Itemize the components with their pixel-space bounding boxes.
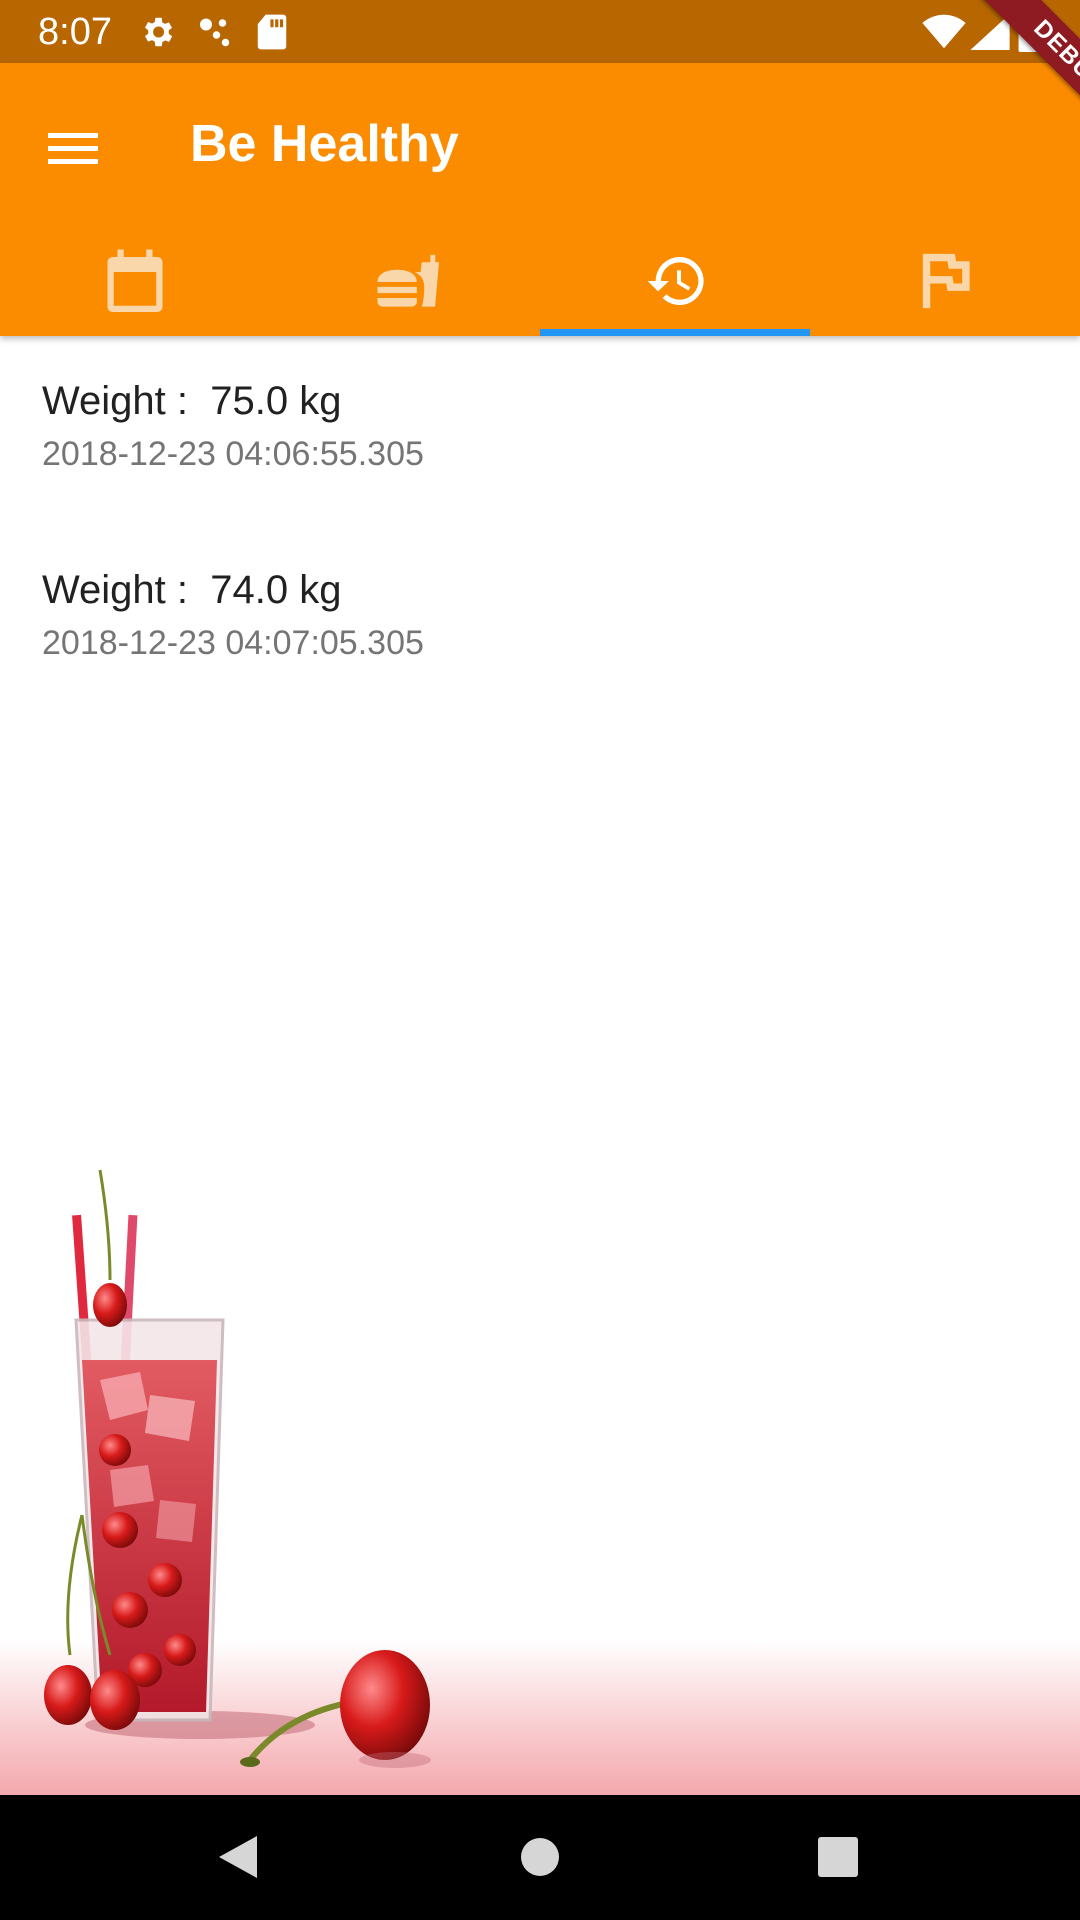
- cast-dots-icon: [200, 18, 230, 47]
- flag-icon: [922, 253, 970, 309]
- wifi-icon: [922, 14, 966, 49]
- tab-calendar[interactable]: [0, 237, 270, 336]
- signal-icon: [970, 14, 1010, 50]
- tab-food[interactable]: [270, 237, 540, 336]
- status-time: 8:07: [38, 11, 112, 53]
- back-button[interactable]: [205, 1822, 275, 1892]
- list-item[interactable]: Weight : 74.0 kg 2018-12-23 04:07:05.305: [42, 525, 942, 685]
- tab-history[interactable]: [540, 237, 810, 336]
- recents-icon: [818, 1837, 858, 1877]
- weight-value: Weight : 75.0 kg: [42, 379, 342, 423]
- calendar-icon: [107, 249, 163, 312]
- entry-date: 2018-12-23 04:07:05.305: [42, 624, 424, 662]
- navigation-bar: [0, 1795, 1080, 1920]
- tab-indicator: [540, 329, 810, 336]
- list-item[interactable]: Weight : 75.0 kg 2018-12-23 04:06:55.305: [42, 336, 942, 496]
- fastfood-icon: [377, 254, 439, 307]
- history-icon: [647, 257, 704, 305]
- app-bar: Be Healthy: [0, 63, 1080, 336]
- menu-icon: [48, 133, 98, 164]
- weight-value: Weight : 74.0 kg: [42, 568, 342, 612]
- sd-card-icon: [257, 14, 287, 50]
- home-icon: [521, 1838, 559, 1876]
- tab-goals[interactable]: [810, 237, 1080, 336]
- menu-button[interactable]: [28, 103, 118, 193]
- status-bar: 8:07: [0, 0, 1080, 63]
- entry-date: 2018-12-23 04:06:55.305: [42, 435, 424, 473]
- app-title: Be Healthy: [190, 115, 459, 173]
- battery-icon: [1018, 10, 1042, 52]
- home-button[interactable]: [505, 1822, 575, 1892]
- back-icon: [219, 1836, 257, 1878]
- settings-icon: [144, 17, 173, 47]
- cherry-juice-illustration: [44, 1169, 431, 1768]
- recents-button[interactable]: [803, 1822, 873, 1892]
